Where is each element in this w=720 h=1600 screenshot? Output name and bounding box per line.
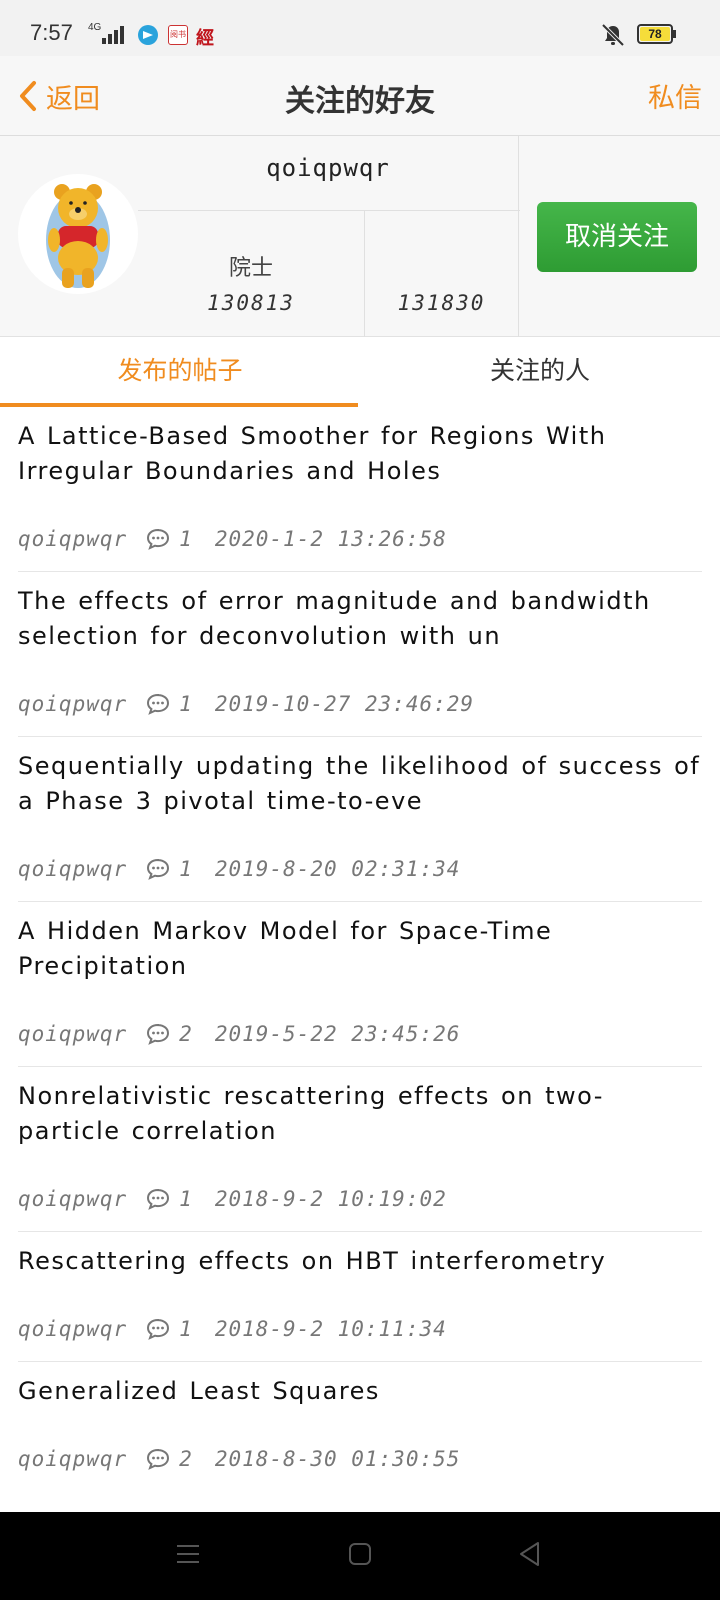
profile-stat-2: 131830 [397,291,486,315]
post-title[interactable]: Generalized Least Squares [18,1362,702,1409]
post-time: 2019-10-27 23:46:29 [214,692,475,716]
status-time: 7:57 [30,20,73,45]
unfollow-button[interactable]: 取消关注 [537,202,697,272]
divider [364,210,365,337]
home-icon[interactable] [346,1540,374,1568]
post-time: 2019-5-22 23:45:26 [214,1022,461,1046]
post-meta: qoiqpwqr 1 2020-1-2 13:26:58 [18,519,702,559]
comment-count: 1 [179,1187,193,1211]
tab-following[interactable]: 关注的人 [360,337,720,407]
system-nav-bar [0,1512,720,1600]
list-item[interactable]: A Lattice-Based Smoother for Regions Wit… [18,407,702,572]
post-time: 2018-9-2 10:11:34 [214,1317,447,1341]
post-title[interactable]: The effects of error magnitude and bandw… [18,572,702,654]
nav-bar: 返回 关注的好友 私信 [0,56,720,136]
comment-icon [145,692,171,716]
post-author: qoiqpwqr [18,692,128,716]
comment-count: 1 [179,692,193,716]
back-nav-icon[interactable] [516,1540,544,1568]
post-meta: qoiqpwqr 1 2018-9-2 10:11:34 [18,1309,702,1349]
post-author: qoiqpwqr [18,527,128,551]
post-time: 2020-1-2 13:26:58 [214,527,447,551]
post-list: A Lattice-Based Smoother for Regions Wit… [0,407,720,1491]
post-time: 2019-8-20 02:31:34 [214,857,461,881]
post-title[interactable]: Nonrelativistic rescattering effects on … [18,1067,702,1149]
post-author: qoiqpwqr [18,1447,128,1471]
post-time: 2018-9-2 10:19:02 [214,1187,447,1211]
profile-card: qoiqpwqr 院士 130813 131830 取消关注 [0,136,720,337]
profile-username: qoiqpwqr [266,154,390,182]
signal-icon [102,24,126,44]
tab-bar: 发布的帖子 关注的人 [0,337,720,407]
battery-level: 78 [640,27,670,41]
divider [138,210,520,211]
comment-icon [145,1317,171,1341]
tab-posts[interactable]: 发布的帖子 [0,337,360,407]
status-bar: 7:57 4G 阅书 經 78 [0,0,720,56]
telegram-icon [138,25,158,45]
post-meta: qoiqpwqr 2 2019-5-22 23:45:26 [18,1014,702,1054]
comment-count: 1 [179,1317,193,1341]
post-title[interactable]: Rescattering effects on HBT interferomet… [18,1232,702,1279]
private-message-button[interactable]: 私信 [648,76,702,115]
comment-icon [145,1447,171,1471]
post-title[interactable]: A Hidden Markov Model for Space-Time Pre… [18,902,702,984]
mute-icon [601,23,625,47]
list-item[interactable]: Sequentially updating the likelihood of … [18,737,702,902]
post-meta: qoiqpwqr 1 2019-10-27 23:46:29 [18,684,702,724]
post-time: 2018-8-30 01:30:55 [214,1447,461,1471]
comment-count: 1 [179,857,193,881]
economist-app-icon: 經 [196,28,214,49]
post-meta: qoiqpwqr 1 2019-8-20 02:31:34 [18,849,702,889]
profile-stat-1: 130813 [207,291,295,315]
comment-icon [145,527,171,551]
comment-count: 1 [179,527,193,551]
menu-icon[interactable] [174,1540,202,1568]
profile-rank: 院士 [228,256,273,281]
comment-icon [145,857,171,881]
list-item[interactable]: Generalized Least Squares qoiqpwqr 2 201… [18,1362,702,1479]
comment-icon [145,1022,171,1046]
page-title: 关注的好友 [285,84,435,119]
comment-count: 2 [179,1447,193,1471]
list-item[interactable]: Rescattering effects on HBT interferomet… [18,1232,702,1362]
post-title[interactable]: Sequentially updating the likelihood of … [18,737,702,819]
post-author: qoiqpwqr [18,1022,128,1046]
divider [518,136,519,337]
list-item[interactable]: Nonrelativistic rescattering effects on … [18,1067,702,1232]
post-meta: qoiqpwqr 1 2018-9-2 10:19:02 [18,1179,702,1219]
post-title[interactable]: A Lattice-Based Smoother for Regions Wit… [18,407,702,489]
bear-avatar-icon [46,184,110,288]
list-item[interactable]: The effects of error magnitude and bandw… [18,572,702,737]
list-item[interactable]: A Hidden Markov Model for Space-Time Pre… [18,902,702,1067]
battery-icon: 78 [637,24,676,44]
reader-app-icon: 阅书 [168,25,188,45]
post-meta: qoiqpwqr 2 2018-8-30 01:30:55 [18,1439,702,1479]
comment-count: 2 [179,1022,193,1046]
comment-icon [145,1187,171,1211]
network-type: 4G [88,22,102,33]
post-author: qoiqpwqr [18,857,128,881]
post-author: qoiqpwqr [18,1187,128,1211]
post-author: qoiqpwqr [18,1317,128,1341]
avatar[interactable] [18,174,138,294]
